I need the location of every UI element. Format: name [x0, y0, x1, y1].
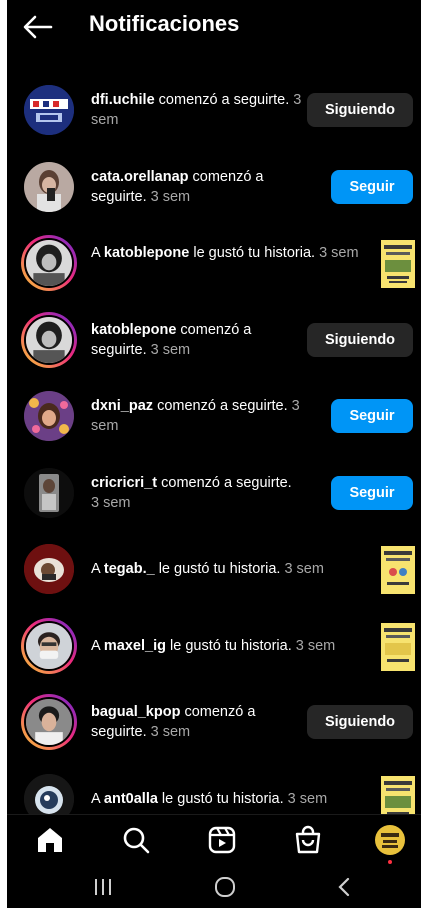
- username[interactable]: katoblepone: [104, 245, 189, 261]
- notification-row[interactable]: dfi.uchile comenzó a seguirte. 3 sem Sig…: [7, 73, 421, 150]
- recents-icon[interactable]: [90, 874, 116, 900]
- system-nav: [7, 864, 421, 908]
- notification-message: comenzó a seguirte.: [153, 398, 288, 414]
- timestamp: 3 sem: [280, 561, 324, 577]
- username[interactable]: dfi.uchile: [91, 92, 155, 108]
- notification-message: comenzó a seguirte.: [154, 92, 290, 108]
- notification-prefix: A: [91, 245, 104, 261]
- timestamp: 3 sem: [291, 637, 336, 654]
- notification-row[interactable]: cricricri_t comenzó a seguirte. 3 sem Se…: [7, 456, 421, 533]
- avatar[interactable]: [21, 311, 77, 368]
- notification-text: A katoblepone le gustó tu historia. 3 se…: [91, 243, 359, 263]
- username[interactable]: tegab._: [104, 561, 155, 577]
- avatar[interactable]: [21, 694, 77, 750]
- notification-prefix: A: [91, 561, 104, 577]
- home-icon[interactable]: [33, 823, 67, 857]
- notification-row[interactable]: A katoblepone le gustó tu historia. 3 se…: [7, 226, 421, 303]
- follow-button[interactable]: Seguir: [331, 399, 413, 433]
- notification-row[interactable]: A tegab._ le gustó tu historia. 3 sem: [7, 532, 421, 609]
- avatar[interactable]: [24, 467, 74, 518]
- story-thumbnail[interactable]: [381, 622, 415, 671]
- reels-icon[interactable]: [205, 823, 239, 857]
- notification-message: le gustó tu historia.: [189, 245, 316, 261]
- notification-row[interactable]: dxni_paz comenzó a seguirte. 3 sem Segui…: [7, 379, 421, 456]
- username[interactable]: katoblepone: [91, 322, 176, 338]
- timestamp: 3 sem: [315, 245, 359, 261]
- notification-text: A ant0alla le gustó tu historia. 3 sem: [91, 789, 359, 809]
- search-icon[interactable]: [119, 823, 153, 857]
- avatar[interactable]: [24, 161, 74, 212]
- notification-prefix: A: [91, 637, 104, 654]
- arrow-left-icon[interactable]: [21, 10, 55, 44]
- username[interactable]: cricricri_t: [91, 475, 157, 491]
- avatar-image: [24, 620, 74, 671]
- notification-text: katoblepone comenzó a seguirte. 3 sem: [91, 320, 303, 360]
- timestamp: 3 sem: [146, 188, 191, 205]
- username[interactable]: cata.orellanap: [91, 169, 189, 185]
- profile-avatar[interactable]: [373, 823, 407, 857]
- timestamp: 3 sem: [91, 494, 131, 511]
- notification-text: A maxel_ig le gustó tu historia. 3 sem: [91, 636, 359, 656]
- following-button[interactable]: Siguiendo: [307, 705, 413, 739]
- username[interactable]: dxni_paz: [91, 398, 153, 414]
- avatar[interactable]: [21, 617, 77, 674]
- page-title: Notificaciones: [89, 11, 240, 36]
- following-button[interactable]: Siguiendo: [307, 322, 413, 357]
- notification-row[interactable]: bagual_kpop comenzó a seguirte. 3 sem Si…: [7, 685, 421, 762]
- timestamp: 3 sem: [146, 724, 191, 740]
- notification-text: dfi.uchile comenzó a seguirte. 3 sem: [91, 90, 303, 130]
- notification-message: le gustó tu historia.: [165, 637, 292, 654]
- follow-button[interactable]: Seguir: [331, 475, 413, 510]
- avatar-image: [24, 697, 74, 747]
- back-chevron-icon[interactable]: [332, 874, 358, 900]
- shop-icon[interactable]: [291, 823, 325, 857]
- home-circle-icon[interactable]: [212, 874, 238, 900]
- notification-text: cata.orellanap comenzó a seguirte. 3 sem: [91, 167, 303, 207]
- notification-row[interactable]: katoblepone comenzó a seguirte. 3 sem Si…: [7, 303, 421, 380]
- avatar-image: [24, 238, 74, 288]
- notification-message: comenzó a seguirte.: [157, 474, 292, 491]
- notification-message: le gustó tu historia.: [157, 790, 284, 807]
- notifications-screen: Notificaciones dfi.uchile comenzó a segu…: [7, 0, 421, 908]
- notification-text: A tegab._ le gustó tu historia. 3 sem: [91, 559, 359, 579]
- bottom-nav: [7, 814, 421, 864]
- avatar[interactable]: [24, 544, 74, 594]
- notification-row[interactable]: cata.orellanap comenzó a seguirte. 3 sem…: [7, 150, 421, 227]
- notification-list: dfi.uchile comenzó a seguirte. 3 sem Sig…: [7, 73, 421, 838]
- story-thumbnail[interactable]: [381, 546, 415, 594]
- notification-row[interactable]: A maxel_ig le gustó tu historia. 3 sem: [7, 609, 421, 686]
- notification-text: bagual_kpop comenzó a seguirte. 3 sem: [91, 702, 303, 742]
- timestamp: 3 sem: [146, 341, 191, 358]
- story-thumbnail[interactable]: [381, 240, 415, 288]
- username[interactable]: bagual_kpop: [91, 704, 180, 720]
- username[interactable]: ant0alla: [104, 791, 158, 807]
- avatar[interactable]: [24, 391, 74, 441]
- timestamp: 3 sem: [283, 790, 328, 807]
- following-button[interactable]: Siguiendo: [307, 93, 413, 127]
- notification-text: dxni_paz comenzó a seguirte. 3 sem: [91, 396, 303, 436]
- avatar[interactable]: [24, 85, 74, 135]
- follow-button[interactable]: Seguir: [331, 169, 413, 204]
- notification-message: le gustó tu historia.: [154, 561, 281, 577]
- avatar[interactable]: [21, 235, 77, 291]
- username[interactable]: maxel_ig: [104, 638, 166, 654]
- header: Notificaciones: [7, 0, 421, 56]
- notification-prefix: A: [91, 790, 104, 807]
- notification-text: cricricri_t comenzó a seguirte. 3 sem: [91, 473, 303, 513]
- avatar-image: [24, 314, 74, 365]
